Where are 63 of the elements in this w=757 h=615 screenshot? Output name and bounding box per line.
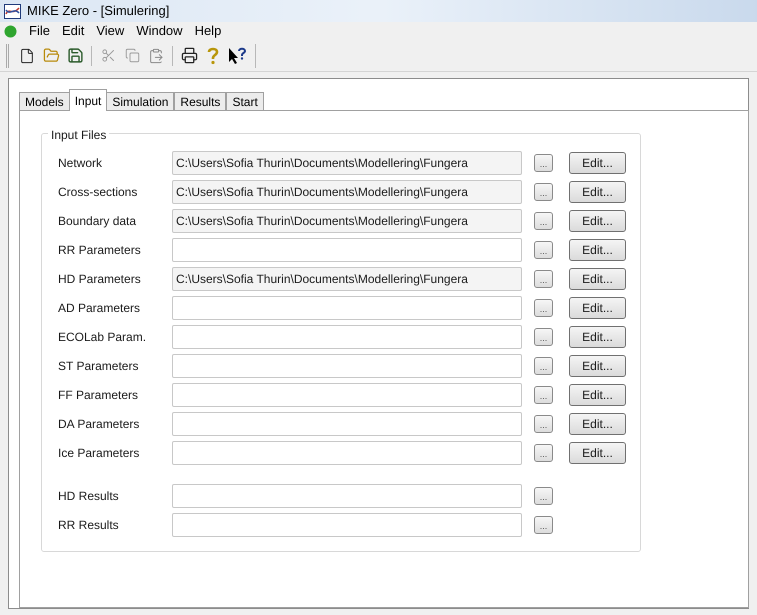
input-field[interactable]: [172, 440, 522, 464]
input-field[interactable]: [172, 324, 522, 348]
tab[interactable]: Input: [68, 89, 108, 111]
tab[interactable]: Results: [174, 92, 226, 111]
input-field[interactable]: [172, 412, 522, 436]
input-field[interactable]: [172, 238, 522, 262]
menu-item[interactable]: Window: [130, 21, 189, 41]
edit-button[interactable]: Edit...: [569, 210, 626, 232]
menu-item[interactable]: View: [90, 21, 130, 41]
browse-button[interactable]: ...: [534, 182, 553, 200]
browse-button[interactable]: ...: [534, 444, 553, 462]
input-field[interactable]: C:\Users\Sofia Thurin\Documents\Modellering\Fungera: [172, 180, 522, 204]
input-field[interactable]: [172, 484, 522, 508]
browse-button[interactable]: ...: [534, 212, 553, 230]
browse-button[interactable]: ...: [534, 386, 553, 404]
browse-button[interactable]: ...: [534, 298, 553, 316]
edit-button[interactable]: Edit...: [569, 296, 626, 318]
input-field[interactable]: C:\Users\Sofia Thurin\Documents\Modellering\Fungera: [172, 266, 522, 290]
menu-item[interactable]: Edit: [56, 21, 90, 41]
edit-button[interactable]: Edit...: [569, 384, 626, 406]
edit-button[interactable]: Edit...: [569, 268, 626, 290]
edit-button[interactable]: Edit...: [569, 238, 626, 260]
browse-button[interactable]: ...: [534, 414, 553, 432]
input-field[interactable]: [172, 512, 522, 536]
input-field[interactable]: [172, 382, 522, 406]
tab[interactable]: Models: [19, 92, 70, 111]
field-label: FF Parameters: [58, 386, 140, 404]
edit-button[interactable]: Edit...: [569, 442, 626, 464]
browse-button[interactable]: ...: [534, 328, 553, 346]
browse-button[interactable]: ...: [534, 240, 553, 258]
edit-button[interactable]: Edit...: [569, 412, 626, 434]
field-label: AD Parameters: [58, 300, 142, 316]
browse-button[interactable]: ...: [534, 270, 553, 288]
edit-button[interactable]: Edit...: [569, 152, 626, 174]
app-logo-icon: [4, 4, 21, 18]
field-label: HD Results: [58, 488, 120, 504]
edit-button[interactable]: Edit...: [569, 180, 626, 202]
browse-button[interactable]: ...: [534, 154, 553, 172]
input-field[interactable]: C:\Users\Sofia Thurin\Documents\Modellering\Fungera: [172, 208, 522, 232]
status-light-icon: [4, 24, 17, 38]
edit-button[interactable]: Edit...: [569, 354, 626, 376]
field-label: Cross-sections: [58, 184, 138, 200]
input-field[interactable]: [172, 296, 522, 320]
tab[interactable]: Simulation: [106, 92, 174, 111]
field-label: DA Parameters: [58, 416, 140, 432]
browse-button[interactable]: ...: [534, 356, 553, 374]
field-label: Network: [58, 154, 104, 172]
window-title: MIKE Zero - [Simulering]: [27, 2, 170, 20]
field-label: Ice Parameters: [58, 444, 140, 462]
field-label: RR Parameters: [58, 242, 142, 258]
input-field[interactable]: C:\Users\Sofia Thurin\Documents\Modellering\Fungera: [172, 150, 522, 174]
field-label: ST Parameters: [58, 358, 140, 374]
input-field[interactable]: [172, 354, 522, 378]
edit-button[interactable]: Edit...: [569, 326, 626, 348]
field-label: HD Parameters: [58, 270, 142, 288]
browse-button[interactable]: ...: [534, 486, 553, 504]
field-label: ECOLab Param.: [58, 328, 148, 346]
tab[interactable]: Start: [226, 92, 264, 111]
field-label: RR Results: [58, 516, 120, 534]
field-label: Boundary data: [58, 212, 138, 230]
menu-item[interactable]: File: [23, 21, 56, 41]
browse-button[interactable]: ...: [534, 516, 553, 534]
menu-item[interactable]: Help: [188, 21, 228, 41]
